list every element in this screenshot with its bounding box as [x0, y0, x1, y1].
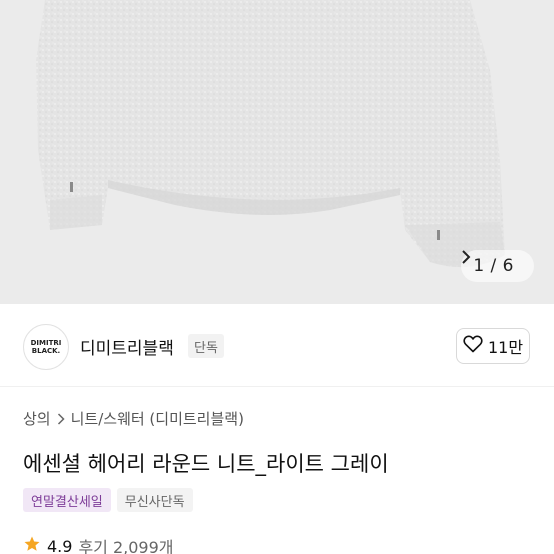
brand-logo[interactable]: DIMITRI BLACK. — [23, 324, 69, 370]
review-count-link[interactable]: 후기 2,099개 — [78, 534, 173, 554]
brand-like-count: 11만 — [487, 338, 524, 357]
brand-logo-line2: BLACK. — [31, 347, 61, 355]
exclusive-badge: 단독 — [188, 334, 224, 358]
image-counter-text: 1 / 6 — [473, 256, 514, 276]
breadcrumb: 상의 니트/스웨터 (디미트리블랙) — [23, 408, 244, 429]
image-counter[interactable]: 1 / 6 — [461, 250, 534, 282]
breadcrumb-subcategory[interactable]: 니트/스웨터 (디미트리블랙) — [71, 408, 244, 429]
brand-name-link[interactable]: 디미트리블랙 — [80, 334, 174, 359]
breadcrumb-category[interactable]: 상의 — [23, 408, 51, 429]
product-image-gallery[interactable]: 1 / 6 — [0, 0, 554, 304]
brand-like-button[interactable]: 11만 — [456, 328, 530, 364]
tag-year-end-sale: 연말결산세일 — [23, 488, 111, 512]
product-title: 에센셜 헤어리 라운드 니트_라이트 그레이 — [23, 452, 389, 476]
star-icon — [23, 535, 41, 554]
chevron-right-icon — [57, 412, 65, 425]
rating-score: 4.9 — [47, 536, 73, 554]
rating-row: 4.9 후기 2,099개 — [23, 534, 174, 554]
tag-musinsa-exclusive: 무신사단독 — [116, 488, 193, 512]
brand-row: DIMITRI BLACK. 디미트리블랙 단독 11만 — [0, 304, 554, 386]
product-tags: 연말결산세일 무신사단독 — [23, 488, 193, 512]
divider — [0, 386, 554, 387]
heart-icon — [463, 335, 483, 357]
brand-logo-line1: DIMITRI — [30, 339, 62, 347]
